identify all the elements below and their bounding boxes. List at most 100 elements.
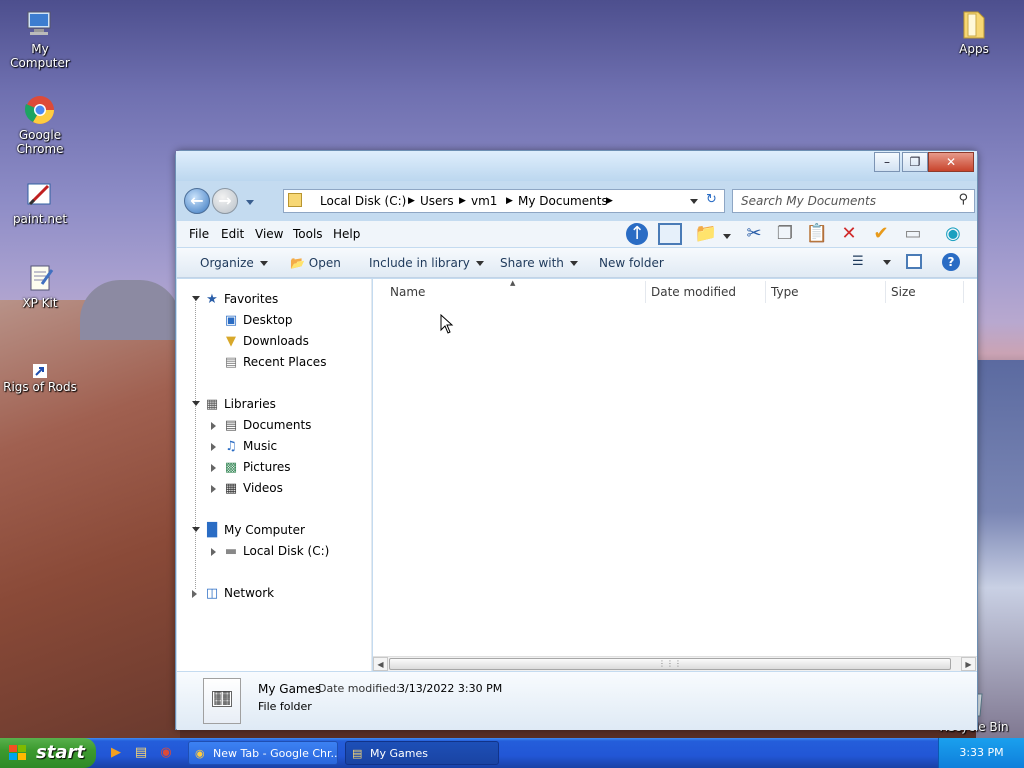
tree-videos[interactable]: ▦ Videos [223, 481, 283, 496]
minimize-button[interactable]: – [874, 152, 900, 172]
taskbar-item-chrome[interactable]: ◉ New Tab - Google Chr... [188, 741, 338, 765]
breadcrumb-separator-icon[interactable]: ▶ [506, 196, 513, 206]
pane-toggle-icon[interactable] [658, 223, 682, 245]
column-header-date-modified[interactable]: Date modified [651, 285, 736, 299]
breadcrumb-users[interactable]: Users [420, 194, 454, 208]
tree-pictures[interactable]: ▩ Pictures [223, 460, 291, 475]
tree-my-computer[interactable]: █ My Computer [204, 523, 305, 538]
tree-recent-places[interactable]: ▤ Recent Places [223, 355, 327, 370]
expand-pictures-icon[interactable] [211, 464, 216, 472]
properties-check-icon[interactable]: ✔ [869, 223, 893, 245]
breadcrumb-vm1[interactable]: vm1 [471, 194, 497, 208]
tree-music[interactable]: ♫ Music [223, 439, 277, 454]
tree-local-disk[interactable]: ▬ Local Disk (C:) [223, 544, 329, 559]
column-divider[interactable] [885, 281, 886, 303]
open-button[interactable]: 📂 Open [290, 256, 341, 270]
open-label: Open [308, 256, 341, 270]
taskbar-item-my-games[interactable]: ▤ My Games [345, 741, 499, 765]
refresh-icon[interactable]: ↻ [706, 192, 717, 207]
column-header-name[interactable]: Name [390, 285, 425, 299]
tree-libraries[interactable]: ▦ Libraries [204, 397, 276, 412]
tree-favorites[interactable]: ★ Favorites [204, 292, 278, 307]
column-divider[interactable] [645, 281, 646, 303]
preview-pane-icon[interactable] [906, 254, 922, 269]
new-folder-button[interactable]: New folder [599, 256, 664, 270]
desktop-icon: ▣ [224, 312, 238, 328]
close-button[interactable]: ✕ [928, 152, 974, 172]
menu-view[interactable]: View [255, 227, 283, 241]
clock[interactable]: 3:33 PM [959, 746, 1003, 759]
window-caption[interactable]: – ❐ ✕ [176, 151, 977, 181]
computer-icon [27, 11, 51, 35]
column-divider[interactable] [963, 281, 964, 303]
menu-tools[interactable]: Tools [293, 227, 323, 241]
back-button[interactable]: ← [184, 188, 210, 214]
tree-documents[interactable]: ▤ Documents [223, 418, 312, 433]
desktop-icon-paintnet[interactable]: paint.net [0, 178, 80, 226]
scroll-right-icon[interactable]: ▶ [961, 657, 976, 671]
file-list[interactable]: ▲ Name Date modified Type Size [373, 279, 977, 671]
menu-file[interactable]: File [189, 227, 209, 241]
delete-icon[interactable]: ✕ [837, 223, 861, 245]
search-icon[interactable]: ⚲ [958, 192, 968, 207]
desktop-icon-my-computer[interactable]: My Computer [0, 8, 80, 70]
folder-options-icon[interactable]: 📁 [694, 223, 718, 245]
restore-icon: ❐ [909, 155, 921, 169]
network-globe-icon[interactable]: ◉ [941, 223, 965, 245]
tree-network[interactable]: ◫ Network [204, 586, 274, 601]
tree-downloads[interactable]: ▼ Downloads [223, 334, 309, 349]
expand-local-disk-icon[interactable] [211, 548, 216, 556]
menu-help[interactable]: Help [333, 227, 360, 241]
cut-icon[interactable]: ✂ [742, 223, 766, 245]
column-header-type[interactable]: Type [771, 285, 799, 299]
maximize-button[interactable]: ❐ [902, 152, 928, 172]
organize-button[interactable]: Organize [200, 256, 268, 270]
system-tray[interactable]: 3:33 PM [938, 738, 1024, 768]
breadcrumb-separator-icon[interactable]: ▶ [606, 196, 613, 206]
media-player-icon[interactable]: ▶ [108, 745, 124, 761]
desktop-icon-label: Apps [959, 42, 989, 56]
address-dropdown[interactable] [684, 194, 698, 208]
explorer-quicklaunch-icon[interactable]: ▤ [133, 745, 149, 761]
share-with-button[interactable]: Share with [500, 256, 578, 270]
breadcrumb-separator-icon[interactable]: ▶ [408, 196, 415, 206]
history-dropdown[interactable] [240, 195, 254, 209]
start-button[interactable]: start [0, 738, 96, 768]
breadcrumb-my-documents[interactable]: My Documents [518, 194, 608, 208]
scroll-left-icon[interactable]: ◀ [373, 657, 388, 671]
expand-documents-icon[interactable] [211, 422, 216, 430]
tree-desktop[interactable]: ▣ Desktop [223, 313, 293, 328]
view-dropdown[interactable] [877, 255, 891, 269]
star-icon: ★ [206, 291, 218, 307]
folder-options-dropdown[interactable] [717, 225, 731, 247]
address-bar[interactable]: Local Disk (C:) ▶ Users ▶ vm1 ▶ My Docum… [283, 189, 725, 213]
search-input[interactable]: Search My Documents ⚲ [732, 189, 975, 213]
include-in-library-button[interactable]: Include in library [369, 256, 484, 270]
column-header-size[interactable]: Size [891, 285, 916, 299]
paste-icon[interactable]: 📋 [805, 223, 829, 245]
breadcrumb-separator-icon[interactable]: ▶ [459, 196, 466, 206]
desktop-icon-chrome[interactable]: Google Chrome [0, 94, 80, 156]
explorer-window: – ❐ ✕ ← → Local Disk (C:) ▶ Users ▶ vm1 … [175, 150, 978, 730]
chrome-quicklaunch-icon[interactable]: ◉ [158, 745, 174, 761]
copy-icon[interactable]: ❐ [773, 223, 797, 245]
scroll-thumb[interactable]: ⋮⋮⋮ [389, 658, 951, 670]
rename-icon[interactable]: ▭ [901, 223, 925, 245]
view-options-icon[interactable]: ☰ [852, 254, 864, 269]
horizontal-scrollbar[interactable]: ◀ ⋮⋮⋮ ▶ [373, 656, 977, 671]
desktop-icon-rigs-of-rods[interactable]: Rigs of Rods [0, 364, 80, 394]
expand-videos-icon[interactable] [211, 485, 216, 493]
up-folder-icon[interactable]: ↑ [626, 223, 648, 245]
desktop-icon-apps[interactable]: Apps [934, 8, 1014, 56]
desktop-icon-xp-kit[interactable]: XP Kit [0, 262, 80, 310]
expand-network-icon[interactable] [192, 590, 197, 598]
expand-music-icon[interactable] [211, 443, 216, 451]
forward-button[interactable]: → [212, 188, 238, 214]
collapse-libraries-icon[interactable] [192, 401, 200, 406]
breadcrumb-local-disk[interactable]: Local Disk (C:) [320, 194, 406, 208]
menu-edit[interactable]: Edit [221, 227, 244, 241]
column-divider[interactable] [765, 281, 766, 303]
collapse-computer-icon[interactable] [192, 527, 200, 532]
help-icon[interactable]: ? [942, 253, 960, 271]
collapse-favorites-icon[interactable] [192, 296, 200, 301]
